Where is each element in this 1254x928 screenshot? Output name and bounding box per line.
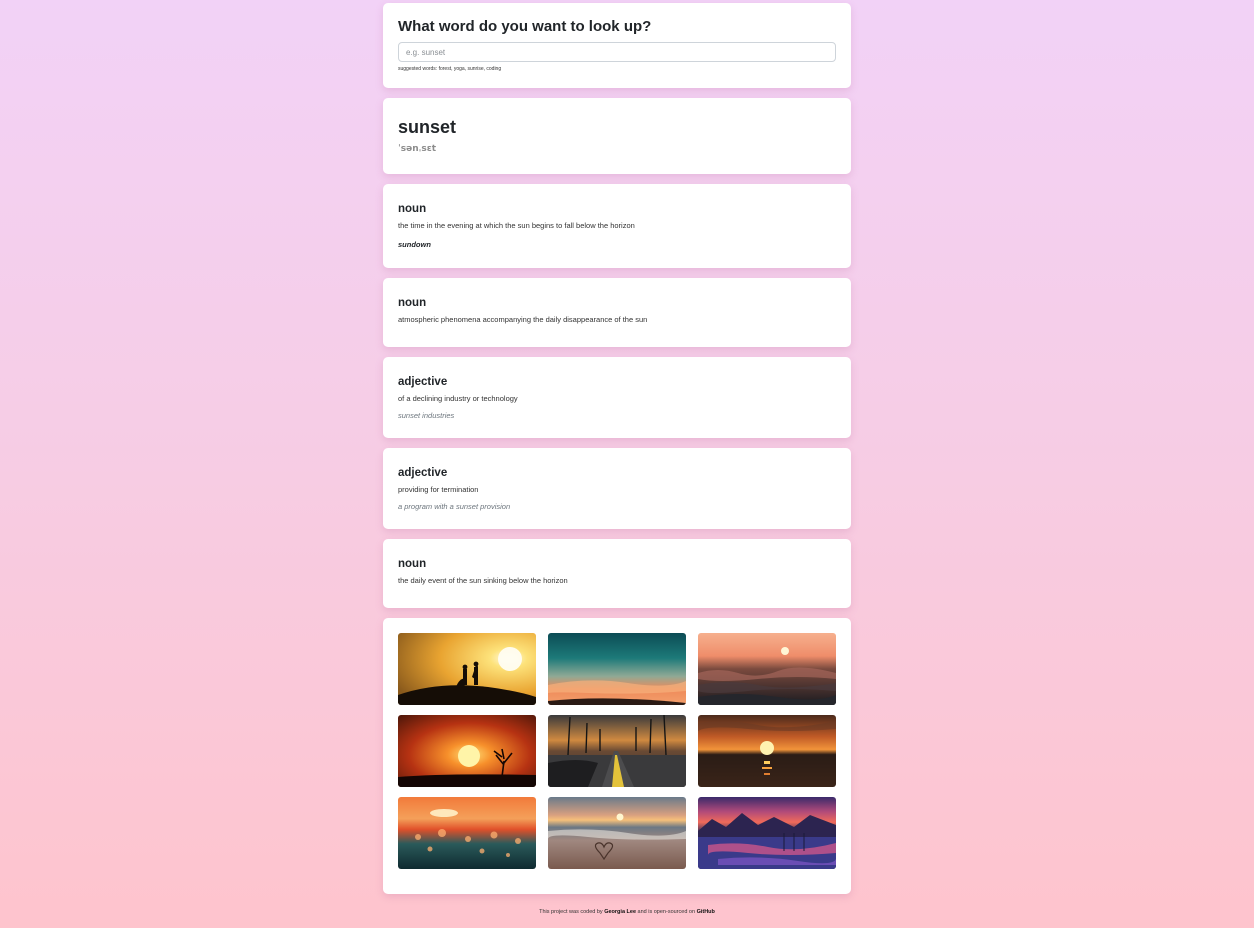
meaning-card: noun the time in the evening at which th… [383, 184, 851, 268]
synonym-text: sundown [398, 240, 431, 249]
footer-prefix: This project was coded by [539, 909, 603, 915]
definition-text: atmospheric phenomena accompanying the d… [398, 315, 648, 324]
couple-silhouette-sunset-photo[interactable] [398, 633, 536, 705]
bokeh-sea-sunset-photo[interactable] [398, 797, 536, 869]
tree-silhouette-sunset-photo[interactable] [398, 715, 536, 787]
github-link[interactable]: GitHub [697, 909, 715, 915]
meaning-card: noun the daily event of the sun sinking … [383, 539, 851, 608]
example-text: a program with a sunset provision [398, 502, 511, 511]
suggested-words: suggested words: forest, yoga, sunrise, … [398, 66, 502, 72]
photo-grid [398, 633, 836, 869]
search-input[interactable] [398, 42, 836, 62]
word-header-section: sunset ˈsənˌsɛt [383, 98, 851, 174]
mountain-lake-sunset-photo[interactable] [698, 797, 836, 869]
search-heading: What word do you want to look up? [398, 18, 652, 35]
example-text: sunset industries [398, 411, 455, 420]
part-of-speech: noun [398, 203, 427, 215]
author-link[interactable]: Georgia Lee [604, 909, 636, 915]
meaning-card: adjective of a declining industry or tec… [383, 357, 851, 438]
photos-section [383, 618, 851, 894]
definition-text: of a declining industry or technology [398, 394, 518, 403]
meaning-card: adjective providing for termination a pr… [383, 448, 851, 529]
meaning-card: noun atmospheric phenomena accompanying … [383, 278, 851, 347]
part-of-speech: noun [398, 297, 427, 309]
teal-sky-sunset-photo[interactable] [548, 633, 686, 705]
lake-sunset-photo[interactable] [698, 715, 836, 787]
definition-text: the time in the evening at which the sun… [398, 221, 635, 230]
footer: This project was coded by Georgia Lee an… [0, 909, 1254, 915]
beach-heart-sunset-photo[interactable] [548, 797, 686, 869]
search-section: What word do you want to look up? sugges… [383, 3, 851, 88]
dictionary-app: What word do you want to look up? sugges… [383, 3, 851, 904]
part-of-speech: noun [398, 558, 427, 570]
word-title: sunset [398, 117, 457, 137]
palm-road-sunset-photo[interactable] [548, 715, 686, 787]
footer-middle: and is open-sourced on [637, 909, 696, 915]
word-phonetic: ˈsənˌsɛt [398, 144, 437, 154]
definition-text: the daily event of the sun sinking below… [398, 576, 568, 585]
definition-text: providing for termination [398, 485, 479, 494]
ocean-waves-sunset-photo[interactable] [698, 633, 836, 705]
part-of-speech: adjective [398, 376, 448, 388]
part-of-speech: adjective [398, 467, 448, 479]
